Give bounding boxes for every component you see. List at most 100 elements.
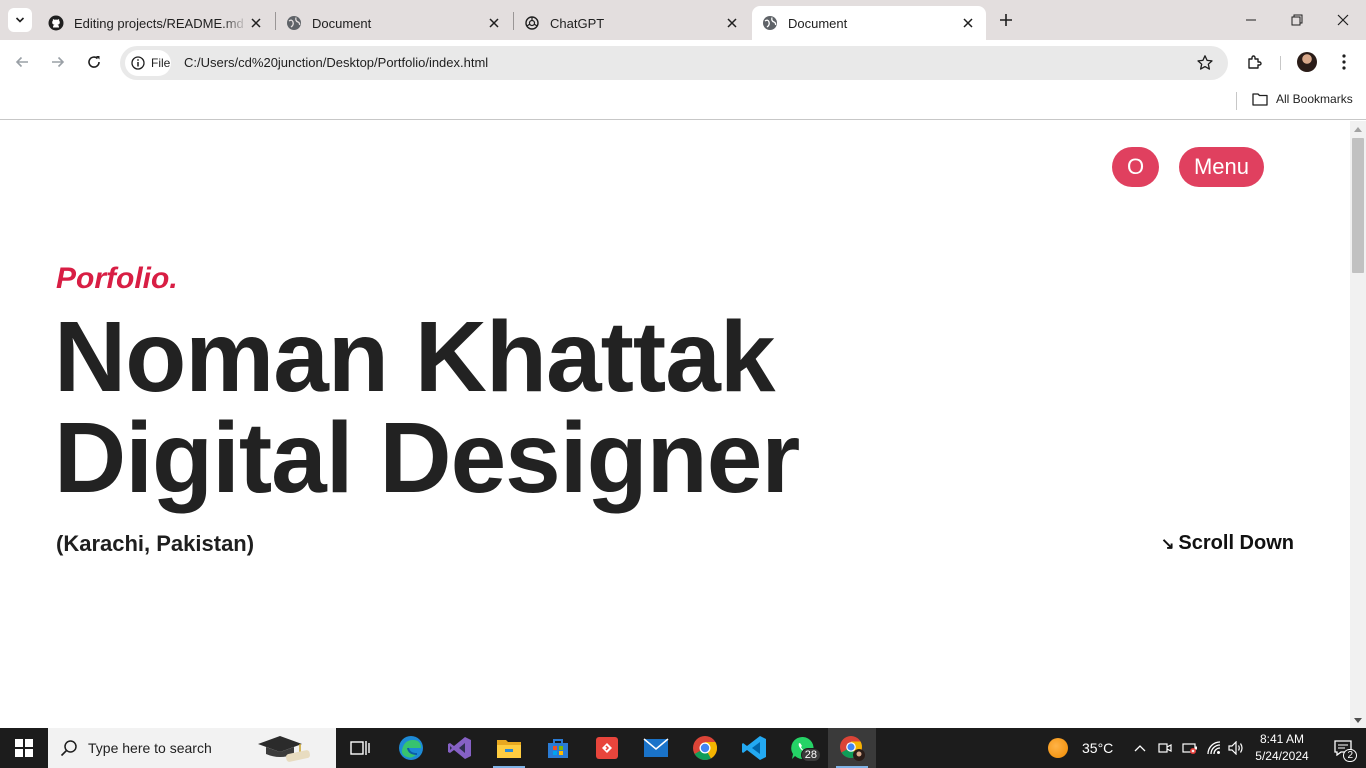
hero-name: Noman Khattak bbox=[54, 301, 775, 413]
bookmarks-divider bbox=[1236, 92, 1237, 110]
minimize-button[interactable] bbox=[1241, 10, 1261, 30]
extensions-button[interactable] bbox=[1245, 52, 1265, 72]
all-bookmarks-button[interactable]: All Bookmarks bbox=[1252, 92, 1353, 106]
globe-icon bbox=[287, 16, 301, 30]
tab-document-active[interactable]: Document bbox=[752, 6, 986, 40]
restore-button[interactable] bbox=[1287, 10, 1307, 30]
close-icon bbox=[1337, 14, 1349, 26]
microsoft-store-icon bbox=[548, 739, 568, 758]
start-button[interactable] bbox=[0, 728, 48, 768]
store-taskbar-button[interactable] bbox=[534, 728, 582, 768]
profile-avatar[interactable] bbox=[1297, 52, 1317, 72]
info-icon bbox=[131, 56, 145, 70]
browser-toolbar: File C:/Users/cd%20junction/Desktop/Port… bbox=[0, 40, 1366, 85]
system-clock[interactable]: 8:41 AM 5/24/2024 bbox=[1252, 731, 1312, 765]
network-tray-button[interactable] bbox=[1205, 739, 1223, 757]
circle-o-button[interactable]: O bbox=[1112, 147, 1159, 187]
windows-logo-icon bbox=[15, 739, 33, 757]
tab-title: Document bbox=[312, 15, 372, 31]
chevron-down-icon bbox=[15, 17, 25, 23]
git-icon bbox=[596, 737, 618, 759]
all-bookmarks-label: All Bookmarks bbox=[1276, 92, 1353, 106]
close-icon[interactable] bbox=[486, 15, 502, 31]
clock-date: 5/24/2024 bbox=[1255, 749, 1309, 763]
tab-document-1[interactable]: Document bbox=[276, 6, 512, 40]
portfolio-page: O Menu Porfolio. Noman Khattak Digital D… bbox=[0, 121, 1350, 728]
kebab-menu-icon bbox=[1342, 54, 1346, 70]
hero-title: Digital Designer bbox=[54, 402, 800, 514]
url-text[interactable]: C:/Users/cd%20junction/Desktop/Portfolio… bbox=[184, 55, 488, 70]
whatsapp-unread-badge: 28 bbox=[800, 748, 821, 762]
wifi-icon bbox=[1207, 741, 1221, 755]
edge-icon bbox=[399, 736, 423, 760]
browser-menu-button[interactable] bbox=[1334, 52, 1354, 72]
portfolio-kicker: Porfolio. bbox=[56, 262, 178, 295]
meet-now-tray-button[interactable] bbox=[1156, 739, 1174, 757]
edge-taskbar-button[interactable] bbox=[387, 728, 435, 768]
volume-tray-button[interactable] bbox=[1227, 739, 1245, 757]
scroll-up-arrow-icon[interactable] bbox=[1354, 126, 1362, 134]
tab-title: Editing projects/README.md at bbox=[74, 15, 248, 31]
tab-strip: Editing projects/README.md at Document C… bbox=[0, 0, 1366, 40]
camera-icon bbox=[1158, 743, 1172, 753]
plus-icon bbox=[1000, 14, 1012, 26]
scroll-down-label: Scroll Down bbox=[1178, 532, 1294, 554]
close-window-button[interactable] bbox=[1333, 10, 1353, 30]
scroll-down-link[interactable]: ↘ Scroll Down bbox=[1161, 532, 1294, 555]
reload-icon bbox=[88, 56, 100, 68]
chrome-taskbar-button[interactable] bbox=[681, 728, 729, 768]
forward-button[interactable] bbox=[48, 52, 68, 72]
file-explorer-taskbar-button[interactable] bbox=[485, 728, 533, 768]
location-text: (Karachi, Pakistan) bbox=[56, 531, 255, 556]
menu-button[interactable]: Menu bbox=[1179, 147, 1264, 187]
chrome-profile-taskbar-button[interactable] bbox=[828, 728, 876, 768]
battery-tray-button[interactable] bbox=[1181, 739, 1199, 757]
arrow-right-icon bbox=[52, 56, 65, 68]
page-scrollbar[interactable] bbox=[1350, 121, 1366, 728]
toolbar-divider bbox=[1280, 56, 1281, 70]
mail-icon bbox=[643, 738, 669, 757]
task-view-button[interactable] bbox=[336, 728, 384, 768]
site-info-chip[interactable]: File bbox=[125, 50, 171, 76]
back-button[interactable] bbox=[12, 52, 32, 72]
graduation-cap-icon bbox=[258, 736, 311, 762]
action-center-button[interactable]: 2 bbox=[1320, 728, 1366, 768]
bookmark-star-icon[interactable] bbox=[1196, 54, 1214, 72]
visual-studio-icon bbox=[448, 737, 471, 759]
tab-title: ChatGPT bbox=[550, 15, 605, 31]
vscode-icon bbox=[742, 736, 766, 760]
scroll-down-arrow-icon[interactable] bbox=[1354, 716, 1362, 724]
taskbar-search-placeholder: Type here to search bbox=[88, 740, 212, 756]
arrow-down-right-icon: ↘ bbox=[1161, 535, 1175, 553]
reload-button[interactable] bbox=[84, 52, 104, 72]
tab-search-button[interactable] bbox=[8, 8, 32, 32]
close-icon[interactable] bbox=[724, 15, 740, 31]
tab-readme[interactable]: Editing projects/README.md at bbox=[38, 6, 274, 40]
git-taskbar-button[interactable] bbox=[583, 728, 631, 768]
vscode-taskbar-button[interactable] bbox=[730, 728, 778, 768]
notification-count-badge: 2 bbox=[1343, 749, 1357, 762]
address-bar[interactable]: File C:/Users/cd%20junction/Desktop/Port… bbox=[120, 46, 1228, 80]
speaker-icon bbox=[1228, 741, 1243, 755]
weather-widget[interactable]: 35°C bbox=[1048, 728, 1113, 768]
show-hidden-icons-button[interactable] bbox=[1131, 739, 1149, 757]
sun-icon bbox=[1048, 738, 1068, 758]
visual-studio-taskbar-button[interactable] bbox=[436, 728, 484, 768]
arrow-left-icon bbox=[15, 56, 28, 68]
battery-warning-icon bbox=[1182, 743, 1197, 754]
search-icon bbox=[60, 740, 77, 757]
whatsapp-taskbar-button[interactable]: 28 bbox=[779, 728, 827, 768]
close-icon[interactable] bbox=[248, 15, 264, 31]
close-icon[interactable] bbox=[960, 15, 976, 31]
file-explorer-icon bbox=[497, 740, 521, 758]
mail-taskbar-button[interactable] bbox=[632, 728, 680, 768]
new-tab-button[interactable] bbox=[996, 10, 1016, 30]
taskbar-search-box[interactable]: Type here to search bbox=[48, 728, 336, 768]
tab-chatgpt[interactable]: ChatGPT bbox=[514, 6, 750, 40]
windows-taskbar: Type here to search 28 35°C 8:41 AM 5/24… bbox=[0, 728, 1366, 768]
scrollbar-thumb[interactable] bbox=[1352, 138, 1364, 273]
weather-temperature: 35°C bbox=[1082, 740, 1114, 756]
folder-icon bbox=[1252, 93, 1268, 106]
restore-icon bbox=[1291, 14, 1303, 26]
github-icon bbox=[48, 15, 64, 31]
